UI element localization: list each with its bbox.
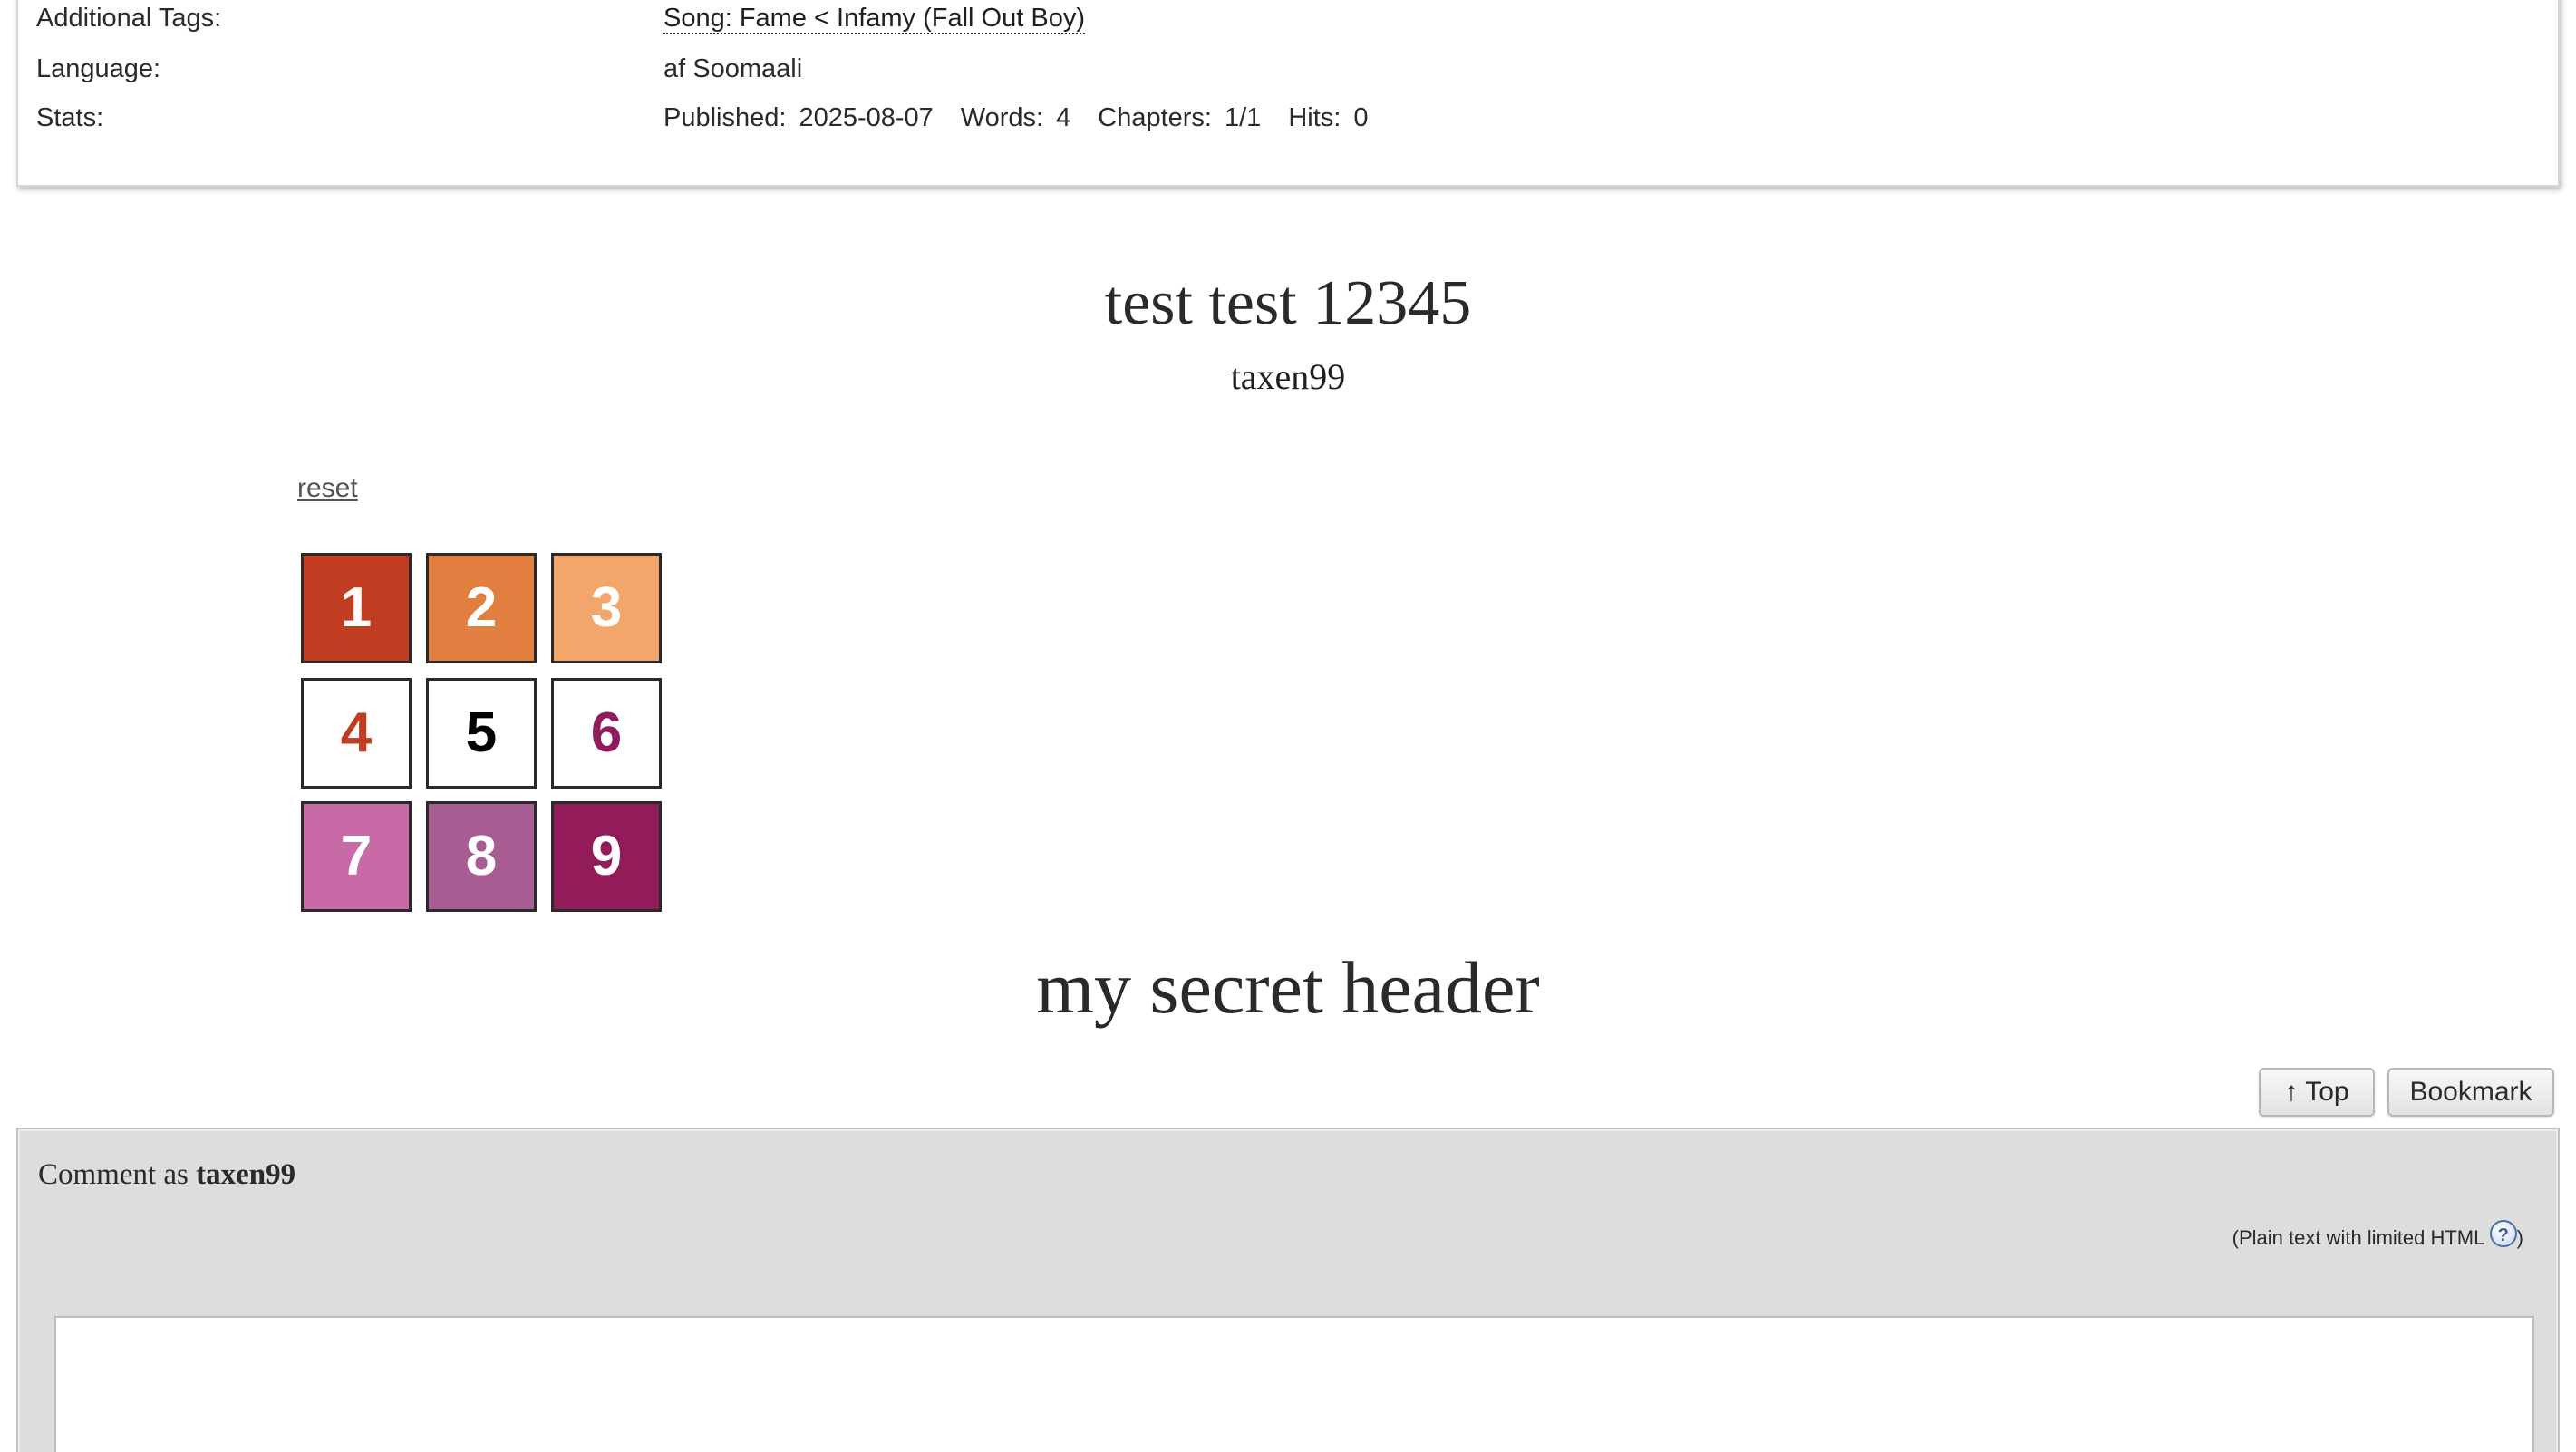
comment-textarea[interactable] [54, 1316, 2534, 1452]
stats-value: Published: 2025-08-07 Words: 4 Chapters: 1/1 H… [663, 100, 1395, 136]
grid-cell-4[interactable]: 4 [301, 678, 412, 789]
chapters-label: Chapters: [1098, 103, 1212, 132]
work-author[interactable]: taxen99 [0, 352, 2576, 402]
comment-prefix: Comment as [38, 1158, 189, 1191]
work-meta-box: Additional Tags: Song: Fame < Infamy (Fa… [16, 0, 2560, 187]
hits-value: 0 [1353, 103, 1369, 132]
published-label: Published: [663, 103, 787, 132]
plain-text-note-close: ) [2516, 1226, 2523, 1249]
hits-label: Hits: [1288, 103, 1341, 132]
meta-row-stats: Stats: Published: 2025-08-07 Words: 4 Chapte… [18, 100, 2558, 136]
secret-header: my secret header [1036, 946, 1540, 1029]
help-icon[interactable]: ? [2489, 1220, 2517, 1247]
meta-row-tags: Additional Tags: Song: Fame < Infamy (Fa… [18, 0, 2558, 36]
grid-cell-9[interactable]: 9 [551, 801, 662, 912]
tags-label: Additional Tags: [36, 4, 222, 33]
grid-cell-5[interactable]: 5 [426, 678, 537, 789]
published-value: 2025-08-07 [799, 103, 934, 132]
language-label: Language: [36, 54, 161, 83]
words-label: Words: [960, 103, 1044, 132]
grid-cell-3[interactable]: 3 [551, 553, 662, 663]
top-button[interactable]: ↑ Top [2259, 1068, 2375, 1117]
meta-row-language: Language: af Soomaali [18, 51, 2558, 87]
comment-heading: Comment as taxen99 [38, 1158, 295, 1192]
grid-cell-7[interactable]: 7 [301, 801, 412, 912]
tags-value: Song: Fame < Infamy (Fall Out Boy) [663, 0, 1085, 36]
grid-cell-2[interactable]: 2 [426, 553, 537, 663]
grid-cell-1[interactable]: 1 [301, 553, 412, 663]
grid-cell-8[interactable]: 8 [426, 801, 537, 912]
number-grid: 1 2 3 4 5 6 7 8 9 [301, 553, 669, 917]
comment-user: taxen99 [196, 1158, 296, 1191]
bookmark-button[interactable]: Bookmark [2387, 1068, 2554, 1117]
language-value: af Soomaali [663, 54, 803, 83]
comment-panel: Comment as taxen99 (Plain text with limi… [16, 1128, 2560, 1452]
tag-link[interactable]: Song: Fame < Infamy (Fall Out Boy) [663, 4, 1085, 34]
plain-text-note-text: (Plain text with limited HTML [2232, 1226, 2484, 1249]
work-title: test test 12345 [1104, 268, 1472, 338]
plain-text-note: (Plain text with limited HTML ?) [2232, 1220, 2523, 1250]
reset-link[interactable]: reset [297, 473, 358, 504]
stats-label: Stats: [36, 103, 104, 132]
chapters-value: 1/1 [1224, 103, 1262, 132]
grid-cell-6[interactable]: 6 [551, 678, 662, 789]
words-value: 4 [1056, 103, 1071, 132]
